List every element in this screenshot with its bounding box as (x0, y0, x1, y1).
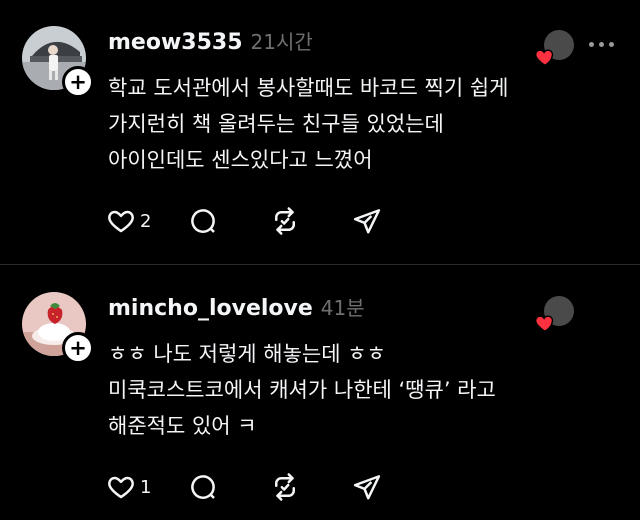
follow-plus-icon[interactable]: + (62, 332, 94, 364)
like-button[interactable]: 2 (106, 204, 188, 238)
comment-button[interactable] (188, 204, 270, 238)
post-text-line: ㅎㅎ 나도 저렇게 해놓는데 ㅎㅎ (108, 342, 386, 366)
username[interactable]: meow3535 (108, 30, 243, 55)
comment-bubble-icon (191, 209, 215, 233)
repost-button[interactable] (270, 470, 352, 504)
post-text: ㅎㅎ 나도 저렇게 해놓는데 ㅎㅎ 미쿡코스트코에서 캐셔가 나한테 ‘땡큐’ … (108, 336, 608, 444)
post-header: mincho_lovelove 41분 (108, 292, 365, 326)
red-heart-icon (535, 315, 554, 333)
more-dots-icon[interactable] (586, 34, 616, 54)
heart-outline-icon (108, 210, 134, 233)
username[interactable]: mincho_lovelove (108, 296, 313, 321)
post-text-line: 미쿡코스트코에서 캐셔가 나한테 ‘땡큐’ 라고 (108, 378, 496, 402)
timestamp: 41분 (320, 296, 365, 320)
post-text-line: 해준적도 있어 ㅋ (108, 414, 257, 438)
send-paper-plane-icon (353, 209, 381, 234)
like-count: 1 (140, 476, 152, 498)
timestamp: 21시간 (250, 30, 313, 54)
post-text-line: 가지런히 책 올려두는 친구들 있었는데 (108, 112, 444, 136)
repost-arrows-icon (275, 207, 295, 235)
post-text-line: 학교 도서관에서 봉사할때도 바코드 찍기 쉽게 (108, 76, 509, 100)
follow-plus-icon[interactable]: + (62, 66, 94, 98)
avatar[interactable]: + (22, 292, 94, 364)
share-button[interactable] (352, 470, 434, 504)
like-button[interactable]: 1 (106, 470, 188, 504)
post-text: 학교 도서관에서 봉사할때도 바코드 찍기 쉽게 가지런히 책 올려두는 친구들… (108, 70, 608, 178)
comment-bubble-icon (191, 475, 215, 499)
red-heart-icon (535, 49, 554, 67)
action-bar: 1 (106, 470, 434, 504)
avatar[interactable]: + (22, 26, 94, 98)
post-text-line: 아이인데도 센스있다고 느꼈어 (108, 148, 373, 172)
like-count: 2 (140, 210, 152, 232)
heart-outline-icon (108, 476, 134, 499)
send-paper-plane-icon (353, 475, 381, 500)
action-bar: 2 (106, 204, 434, 238)
repost-arrows-icon (275, 473, 295, 501)
share-button[interactable] (352, 204, 434, 238)
divider (0, 264, 640, 265)
reply-post: + mincho_lovelove 41분 ㅎㅎ 나도 저렇게 해놓는데 ㅎㅎ … (0, 266, 640, 520)
repost-button[interactable] (270, 204, 352, 238)
reply-post: + meow3535 21시간 학교 도서관에서 봉사할때도 바코드 찍기 쉽게… (0, 0, 640, 264)
post-corner (516, 30, 616, 74)
post-corner (516, 296, 616, 340)
comment-button[interactable] (188, 470, 270, 504)
post-header: meow3535 21시간 (108, 26, 313, 60)
thread-feed: + meow3535 21시간 학교 도서관에서 봉사할때도 바코드 찍기 쉽게… (0, 0, 640, 520)
